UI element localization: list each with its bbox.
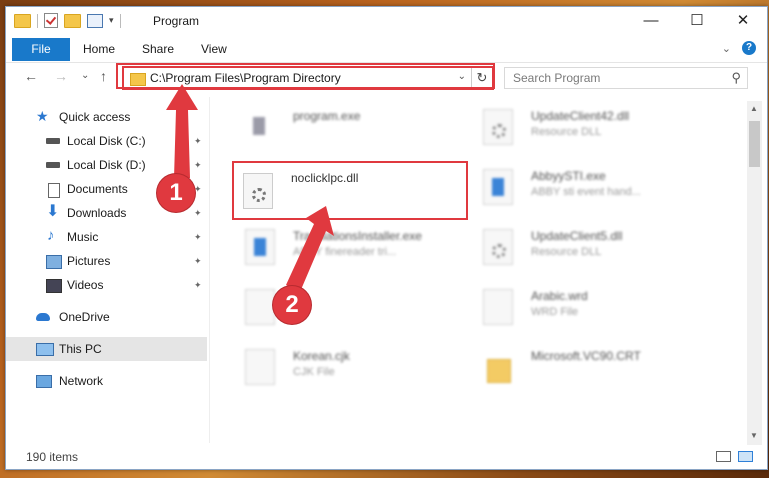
arrow-2-icon bbox=[286, 206, 334, 292]
step-2-badge: 2 bbox=[273, 286, 311, 324]
arrow-1-icon bbox=[166, 84, 198, 178]
annotation-arrows bbox=[166, 84, 334, 292]
step-1-badge: 1 bbox=[157, 174, 195, 212]
